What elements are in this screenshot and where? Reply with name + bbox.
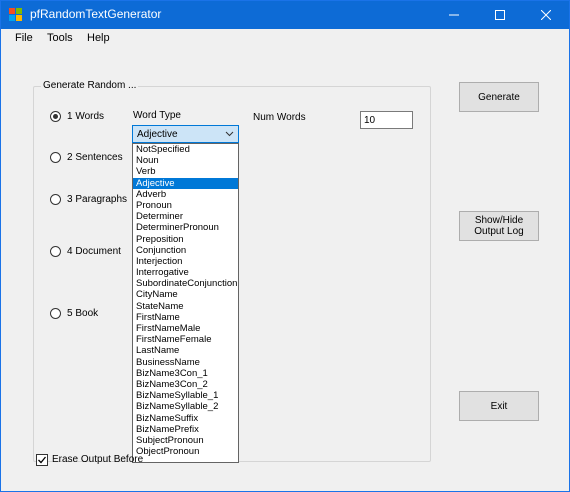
dropdown-option[interactable]: StateName [133, 301, 238, 312]
word-type-label: Word Type [133, 110, 181, 121]
radio-document[interactable]: 4 Document [50, 246, 121, 257]
radio-label: 2 Sentences [67, 152, 123, 163]
radio-circle[interactable] [50, 246, 61, 257]
dropdown-option[interactable]: Adjective [133, 177, 238, 189]
radio-label: 5 Book [67, 308, 99, 319]
checkmark-icon [38, 456, 47, 464]
radio-circle[interactable] [50, 194, 61, 205]
groupbox-title: Generate Random ... [41, 80, 139, 91]
chevron-down-icon [225, 131, 234, 137]
combobox-value: Adjective [137, 129, 178, 140]
window-title: pfRandomTextGenerator [30, 7, 162, 21]
dropdown-option[interactable]: CityName [133, 289, 238, 300]
dropdown-option[interactable]: Pronoun [133, 200, 238, 211]
menu-file[interactable]: File [15, 32, 33, 44]
radio-label: 1 Words [67, 111, 105, 122]
radio-words[interactable]: 1 Words [50, 111, 104, 122]
minimize-button[interactable] [431, 1, 477, 29]
dropdown-option[interactable]: NotSpecified [133, 144, 238, 155]
erase-output-checkbox[interactable] [36, 454, 48, 466]
close-icon [541, 10, 551, 20]
dropdown-option[interactable]: Interrogative [133, 267, 238, 278]
dropdown-option[interactable]: BizNamePrefix [133, 424, 238, 435]
dropdown-option[interactable]: Interjection [133, 256, 238, 267]
dropdown-option[interactable]: Adverb [133, 189, 238, 200]
dropdown-option[interactable]: LastName [133, 345, 238, 356]
title-bar[interactable]: pfRandomTextGenerator [1, 1, 569, 29]
radio-circle[interactable] [50, 111, 61, 122]
dropdown-option[interactable]: SubordinateConjunction [133, 278, 238, 289]
app-icon [9, 8, 23, 22]
dropdown-option[interactable]: FirstNameFemale [133, 334, 238, 345]
menu-help[interactable]: Help [87, 32, 110, 44]
dropdown-option[interactable]: Conjunction [133, 245, 238, 256]
dropdown-option[interactable]: SubjectPronoun [133, 435, 238, 446]
dropdown-option[interactable]: Noun [133, 155, 238, 166]
num-words-input[interactable]: 10 [360, 111, 413, 129]
radio-circle[interactable] [50, 308, 61, 319]
dropdown-option[interactable]: ObjectPronoun [133, 446, 238, 457]
word-type-combobox[interactable]: Adjective [132, 125, 239, 143]
radio-sentences[interactable]: 2 Sentences [50, 152, 123, 163]
dropdown-option[interactable]: BizNameSyllable_2 [133, 401, 238, 412]
dropdown-option[interactable]: BusinessName [133, 357, 238, 368]
erase-output-label: Erase Output Before [52, 454, 144, 465]
dropdown-option[interactable]: DeterminerPronoun [133, 222, 238, 233]
minimize-icon [449, 14, 459, 16]
generate-button[interactable]: Generate [459, 82, 539, 112]
menu-tools[interactable]: Tools [47, 32, 73, 44]
word-type-dropdown-list: NotSpecified Noun Verb Adjective Adverb Prono… [132, 143, 239, 463]
dropdown-option[interactable]: Preposition [133, 234, 238, 245]
maximize-icon [495, 10, 505, 20]
num-words-label: Num Words [253, 112, 306, 123]
radio-label: 4 Document [67, 246, 121, 257]
dropdown-option[interactable]: Determiner [133, 211, 238, 222]
dropdown-option[interactable]: BizNameSuffix [133, 413, 238, 424]
maximize-button[interactable] [477, 1, 523, 29]
radio-circle[interactable] [50, 152, 61, 163]
close-button[interactable] [523, 1, 569, 29]
num-words-value: 10 [364, 115, 376, 126]
dropdown-option[interactable]: BizName3Con_2 [133, 379, 238, 390]
exit-button[interactable]: Exit [459, 391, 539, 421]
show-hide-output-log-button[interactable]: Show/Hide Output Log [459, 211, 539, 241]
radio-paragraphs[interactable]: 3 Paragraphs [50, 194, 127, 205]
dropdown-option[interactable]: FirstNameMale [133, 323, 238, 334]
dropdown-option[interactable]: Verb [133, 166, 238, 177]
dropdown-option[interactable]: FirstName [133, 312, 238, 323]
radio-book[interactable]: 5 Book [50, 308, 98, 319]
dropdown-option[interactable]: BizName3Con_1 [133, 368, 238, 379]
app-window: pfRandomTextGenerator File Tools Help Ge… [0, 0, 570, 492]
radio-label: 3 Paragraphs [67, 194, 128, 205]
dropdown-option[interactable]: BizNameSyllable_1 [133, 390, 238, 401]
menu-bar: File Tools Help [1, 29, 569, 49]
